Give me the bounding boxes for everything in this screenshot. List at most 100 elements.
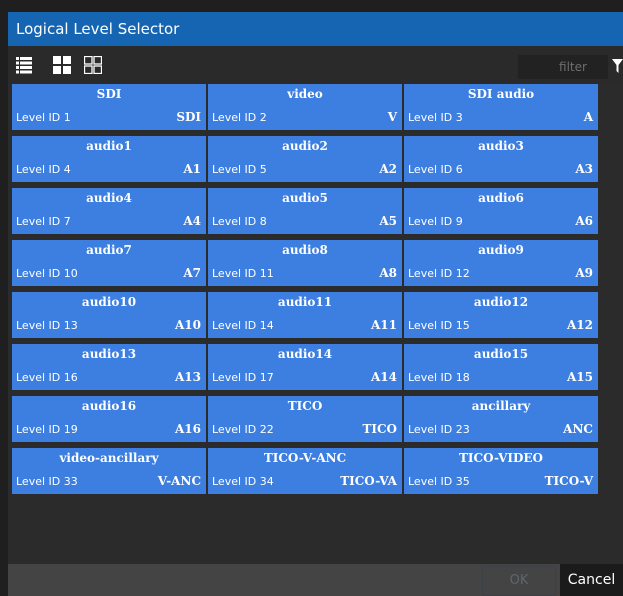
level-abbreviation: A4 (183, 214, 201, 228)
level-tile[interactable]: audio2 Level ID 5 A2 (208, 136, 402, 182)
level-tile[interactable]: video Level ID 2 V (208, 84, 402, 130)
level-name: TICO-VIDEO (458, 451, 544, 465)
level-tile[interactable]: audio1 Level ID 4 A1 (12, 136, 206, 182)
level-name: audio13 (81, 347, 137, 361)
level-name: audio5 (282, 191, 328, 205)
level-tile[interactable]: SDI audio Level ID 3 A (404, 84, 598, 130)
level-grid: SDI Level ID 1 SDI video Level ID 2 V SDI audi… (8, 84, 623, 564)
toolbar: filter (8, 46, 623, 84)
level-tile[interactable]: audio16 Level ID 19 A16 (12, 396, 206, 442)
level-abbreviation: TICO-VA (340, 474, 397, 488)
level-tile[interactable]: video-ancillary Level ID 33 V-ANC (12, 448, 206, 494)
ok-button[interactable]: OK (482, 566, 556, 596)
level-name: audio3 (478, 139, 524, 153)
level-id: Level ID 16 (16, 371, 78, 384)
level-abbreviation: A5 (379, 214, 397, 228)
level-name: audio10 (81, 295, 137, 309)
filter-input[interactable]: filter (518, 55, 608, 79)
level-abbreviation: A6 (575, 214, 593, 228)
level-tile[interactable]: audio11 Level ID 14 A11 (208, 292, 402, 338)
level-name: audio6 (478, 191, 524, 205)
level-name: audio1 (86, 139, 132, 153)
dialog-title-bar: Logical Level Selector (8, 12, 623, 46)
list-view-icon[interactable] (15, 56, 33, 74)
level-tile[interactable]: audio15 Level ID 18 A15 (404, 344, 598, 390)
level-abbreviation: A3 (575, 162, 593, 176)
level-tile[interactable]: ancillary Level ID 23 ANC (404, 396, 598, 442)
level-abbreviation: A14 (370, 370, 397, 384)
level-tile[interactable]: TICO-VIDEO Level ID 35 TICO-V (404, 448, 598, 494)
cancel-button[interactable]: Cancel (560, 564, 623, 596)
level-abbreviation: A15 (566, 370, 593, 384)
large-grid-icon[interactable] (53, 56, 71, 74)
level-id: Level ID 2 (212, 111, 267, 124)
level-id: Level ID 18 (408, 371, 470, 384)
level-tile[interactable]: audio13 Level ID 16 A13 (12, 344, 206, 390)
level-name: audio9 (478, 243, 524, 257)
dialog-title: Logical Level Selector (16, 20, 180, 38)
level-id: Level ID 33 (16, 475, 78, 488)
level-tile[interactable]: audio12 Level ID 15 A12 (404, 292, 598, 338)
level-abbreviation: V-ANC (157, 474, 201, 488)
small-grid-icon[interactable] (84, 56, 102, 74)
level-tile[interactable]: TICO Level ID 22 TICO (208, 396, 402, 442)
level-tile[interactable]: audio14 Level ID 17 A14 (208, 344, 402, 390)
level-id: Level ID 15 (408, 319, 470, 332)
level-id: Level ID 9 (408, 215, 463, 228)
level-name: audio4 (86, 191, 132, 205)
level-abbreviation: A8 (379, 266, 397, 280)
level-name: audio7 (86, 243, 132, 257)
level-tile[interactable]: audio10 Level ID 13 A10 (12, 292, 206, 338)
level-tile[interactable]: audio7 Level ID 10 A7 (12, 240, 206, 286)
level-abbreviation: A11 (370, 318, 397, 332)
level-abbreviation: A16 (174, 422, 201, 436)
level-name: audio16 (81, 399, 137, 413)
level-id: Level ID 10 (16, 267, 78, 280)
level-tile[interactable]: audio6 Level ID 9 A6 (404, 188, 598, 234)
level-abbreviation: A10 (174, 318, 201, 332)
level-abbreviation: ANC (563, 422, 593, 436)
level-id: Level ID 19 (16, 423, 78, 436)
level-id: Level ID 12 (408, 267, 470, 280)
level-name: audio14 (277, 347, 333, 361)
level-id: Level ID 14 (212, 319, 274, 332)
level-name: SDI (96, 87, 122, 101)
level-id: Level ID 5 (212, 163, 267, 176)
level-abbreviation: TICO-V (544, 474, 593, 488)
level-id: Level ID 17 (212, 371, 274, 384)
level-name: audio12 (473, 295, 529, 309)
level-id: Level ID 11 (212, 267, 274, 280)
level-abbreviation: A1 (183, 162, 201, 176)
level-name: ancillary (471, 399, 531, 413)
level-name: SDI audio (467, 87, 535, 101)
level-tile[interactable]: TICO-V-ANC Level ID 34 TICO-VA (208, 448, 402, 494)
level-name: audio8 (282, 243, 328, 257)
level-name: video-ancillary (59, 451, 159, 465)
level-id: Level ID 7 (16, 215, 71, 228)
level-name: TICO (287, 399, 323, 413)
level-tile[interactable]: audio9 Level ID 12 A9 (404, 240, 598, 286)
level-id: Level ID 1 (16, 111, 71, 124)
dialog-footer: OK Cancel (8, 564, 623, 596)
level-abbreviation: A7 (183, 266, 201, 280)
level-tile[interactable]: audio4 Level ID 7 A4 (12, 188, 206, 234)
level-abbreviation: V (387, 110, 397, 124)
level-abbreviation: A12 (566, 318, 593, 332)
level-abbreviation: TICO (362, 422, 397, 436)
level-abbreviation: A (583, 110, 593, 124)
level-tile[interactable]: audio3 Level ID 6 A3 (404, 136, 598, 182)
level-name: video (287, 87, 323, 101)
level-tile[interactable]: audio5 Level ID 8 A5 (208, 188, 402, 234)
level-name: audio2 (282, 139, 328, 153)
filter-funnel-icon[interactable] (612, 59, 623, 73)
level-id: Level ID 8 (212, 215, 267, 228)
level-id: Level ID 3 (408, 111, 463, 124)
level-id: Level ID 35 (408, 475, 470, 488)
level-name: audio11 (277, 295, 333, 309)
level-abbreviation: A9 (575, 266, 593, 280)
level-tile[interactable]: SDI Level ID 1 SDI (12, 84, 206, 130)
level-id: Level ID 23 (408, 423, 470, 436)
level-name: TICO-V-ANC (263, 451, 347, 465)
level-tile[interactable]: audio8 Level ID 11 A8 (208, 240, 402, 286)
level-name: audio15 (473, 347, 529, 361)
